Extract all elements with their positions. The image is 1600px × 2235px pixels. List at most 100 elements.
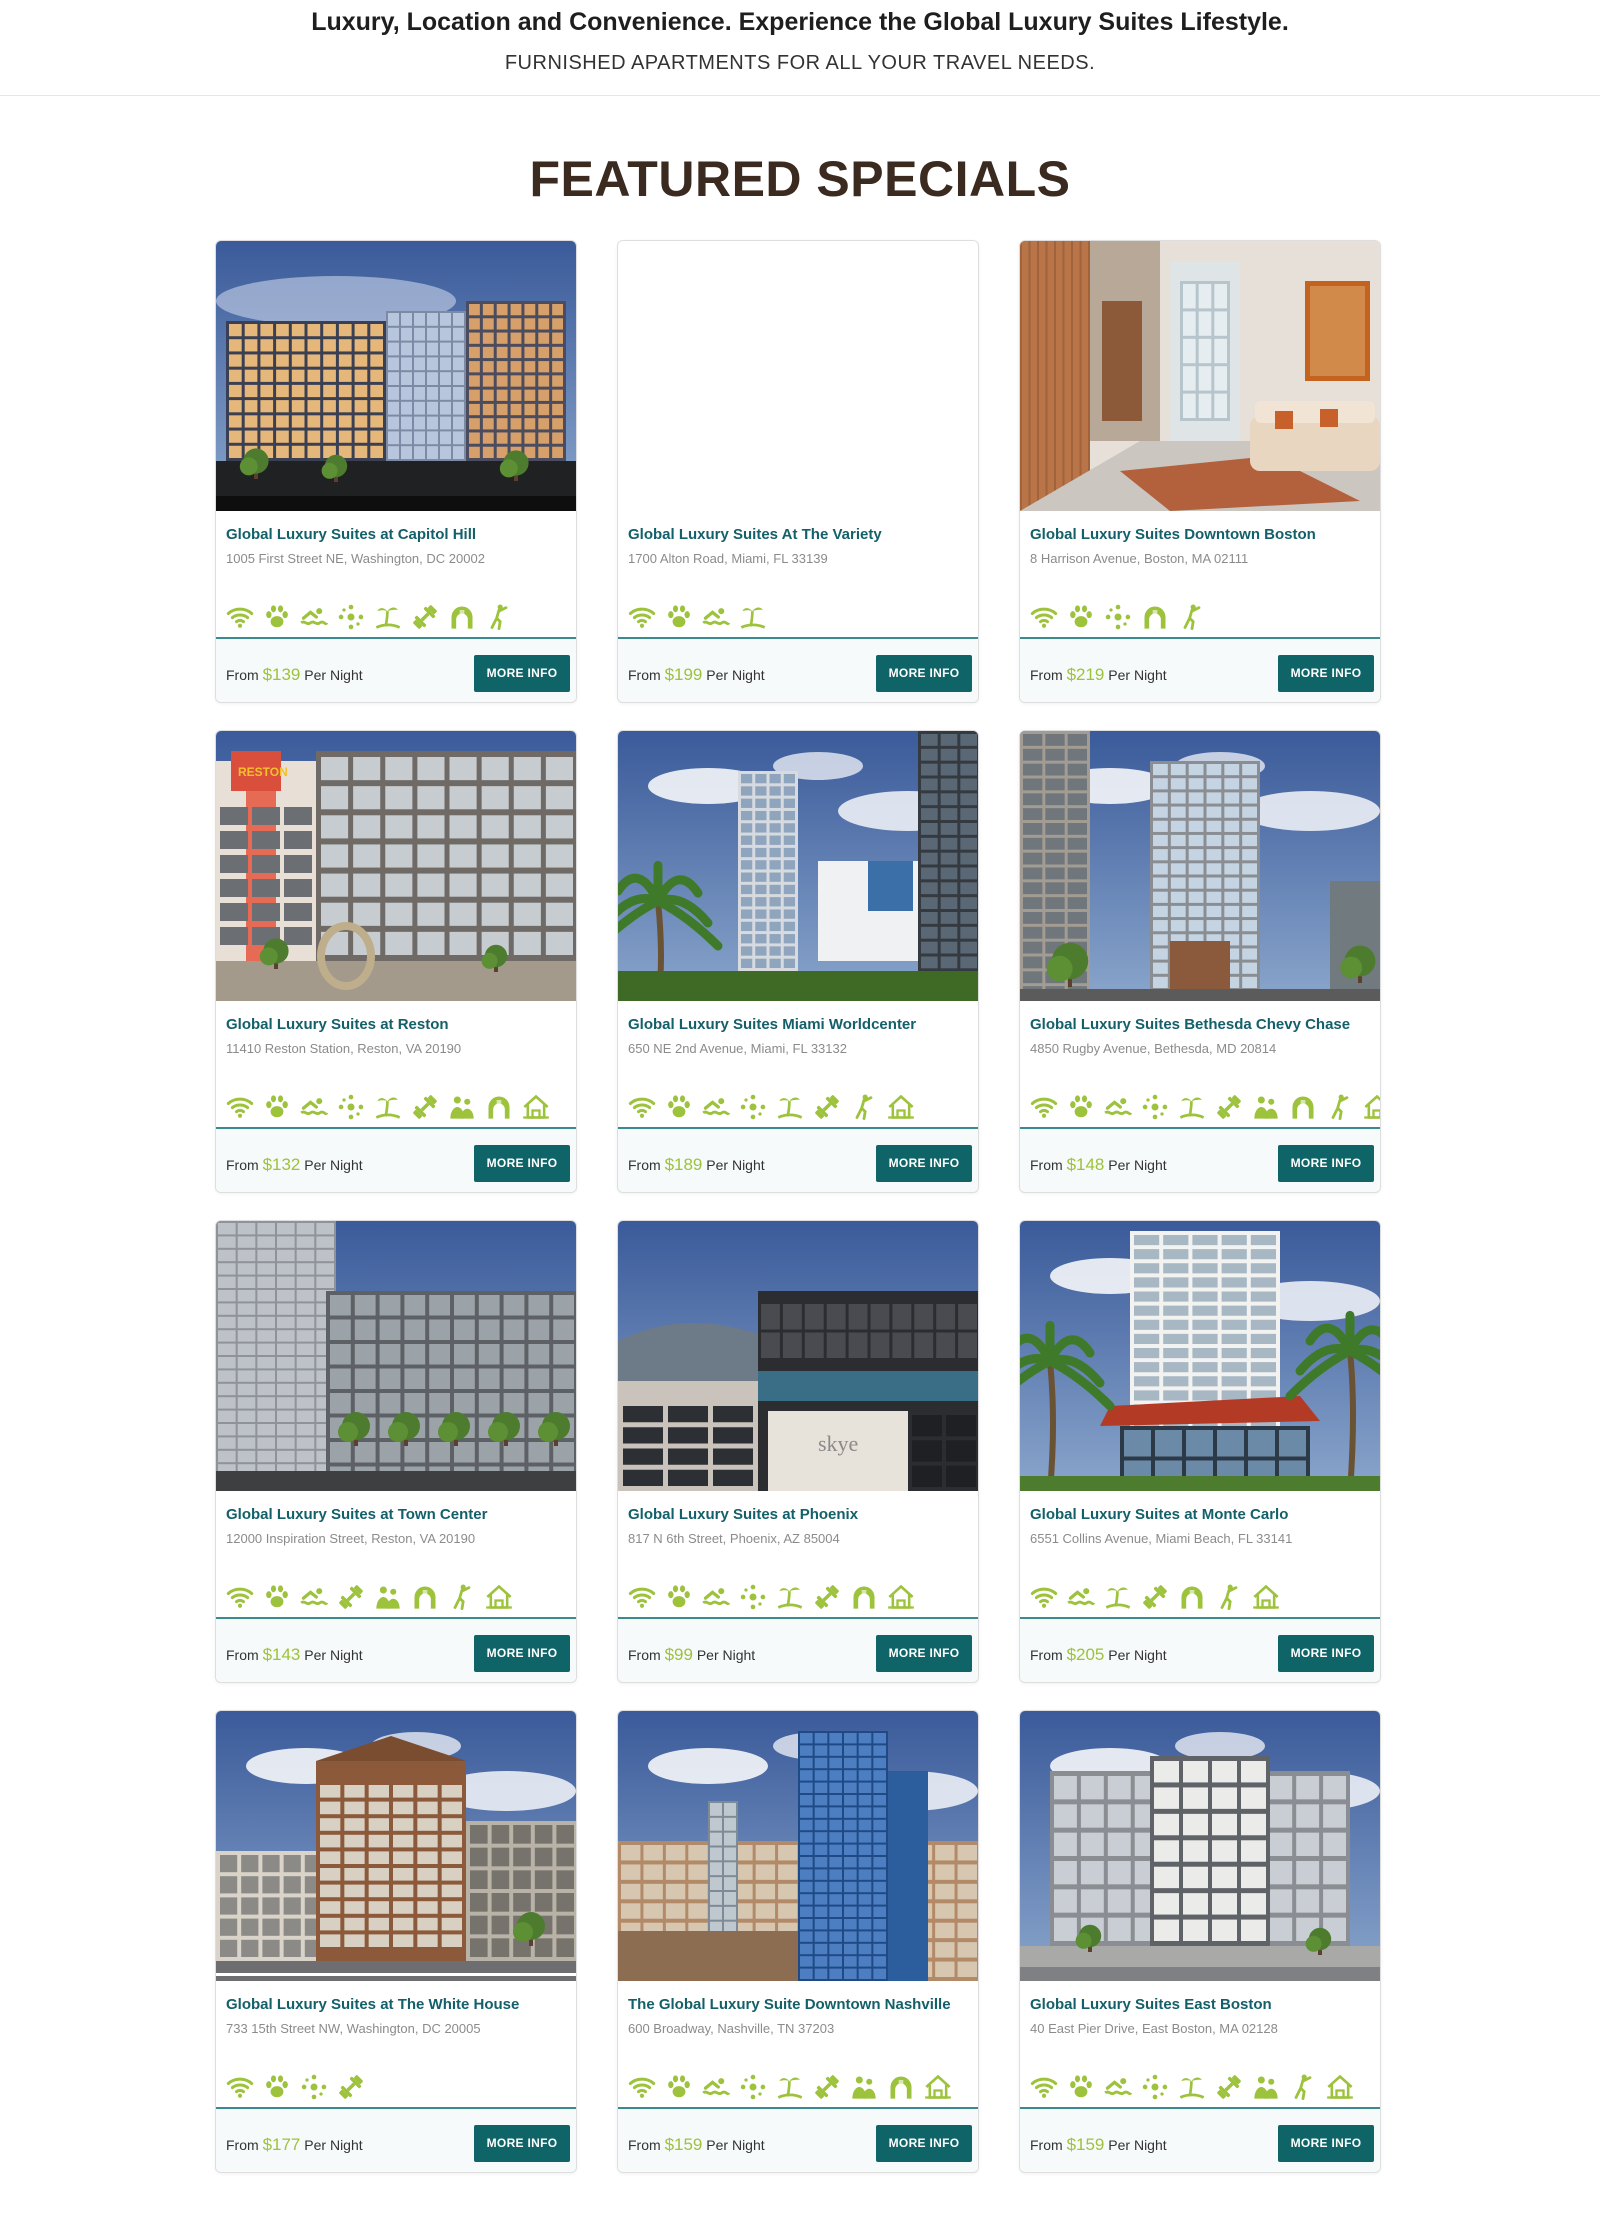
property-card[interactable]: RESTON Global Luxury Suites at Reston 1141… <box>215 730 577 1193</box>
svg-text:RESTON: RESTON <box>238 765 288 779</box>
more-info-button[interactable]: MORE INFO <box>876 2125 972 2162</box>
home-icon <box>522 1093 550 1121</box>
more-info-button[interactable]: MORE INFO <box>1278 2125 1374 2162</box>
golf-icon <box>850 1093 878 1121</box>
property-name[interactable]: The Global Luxury Suite Downtown Nashvil… <box>628 1996 968 2013</box>
more-info-button[interactable]: MORE INFO <box>474 655 570 692</box>
property-address: 1700 Alton Road, Miami, FL 33139 <box>628 551 828 566</box>
price-value: $139 <box>262 665 301 684</box>
property-card[interactable]: Global Luxury Suites Miami Worldcenter 65… <box>617 730 979 1193</box>
pet-icon <box>665 603 693 631</box>
home-icon <box>924 2073 952 2101</box>
property-name[interactable]: Global Luxury Suites at The White House <box>226 1996 566 2013</box>
property-name[interactable]: Global Luxury Suites at Monte Carlo <box>1030 1506 1370 1523</box>
from-label: From <box>226 667 259 683</box>
more-info-button[interactable]: MORE INFO <box>876 1635 972 1672</box>
price-value: $148 <box>1066 1155 1105 1174</box>
amenity-icons <box>1030 603 1206 631</box>
property-card[interactable]: Global Luxury Suites Bethesda Chevy Chas… <box>1019 730 1381 1193</box>
wifi-icon <box>1030 1093 1058 1121</box>
sparkle-icon <box>337 1093 365 1121</box>
home-icon <box>887 1093 915 1121</box>
fitness-icon <box>1215 1093 1243 1121</box>
playground-icon <box>887 2073 915 2101</box>
property-name[interactable]: Global Luxury Suites at Phoenix <box>628 1506 968 1523</box>
card-footer: From $159 Per Night MORE INFO <box>1020 2107 1380 2172</box>
property-photo[interactable] <box>216 1711 576 1981</box>
property-photo[interactable] <box>1020 1221 1380 1491</box>
per-night-label: Per Night <box>304 1647 363 1663</box>
golf-icon <box>485 603 513 631</box>
amenity-icons <box>1030 1583 1280 1611</box>
from-label: From <box>226 1647 259 1663</box>
pool-icon <box>702 1583 731 1611</box>
more-info-button[interactable]: MORE INFO <box>876 655 972 692</box>
property-name[interactable]: Global Luxury Suites Bethesda Chevy Chas… <box>1030 1016 1370 1033</box>
per-night-label: Per Night <box>1108 1157 1167 1173</box>
property-photo[interactable] <box>216 241 576 511</box>
per-night-label: Per Night <box>304 1157 363 1173</box>
more-info-button[interactable]: MORE INFO <box>474 1635 570 1672</box>
sparkle-icon <box>1141 2073 1169 2101</box>
pool-icon <box>1104 1093 1133 1121</box>
pet-icon <box>263 2073 291 2101</box>
more-info-button[interactable]: MORE INFO <box>474 2125 570 2162</box>
property-photo[interactable]: skye <box>618 1221 978 1491</box>
price-label: From $219 Per Night <box>1030 665 1167 685</box>
fitness-icon <box>411 1093 439 1121</box>
card-footer: From $139 Per Night MORE INFO <box>216 637 576 702</box>
property-name[interactable]: Global Luxury Suites Downtown Boston <box>1030 526 1370 543</box>
golf-icon <box>1215 1583 1243 1611</box>
price-label: From $148 Per Night <box>1030 1155 1167 1175</box>
fitness-icon <box>337 1583 365 1611</box>
property-name[interactable]: Global Luxury Suites At The Variety <box>628 526 968 543</box>
property-photo[interactable] <box>1020 241 1380 511</box>
card-footer: From $99 Per Night MORE INFO <box>618 1617 978 1682</box>
property-card[interactable]: Global Luxury Suites at Town Center 12000… <box>215 1220 577 1683</box>
property-card[interactable]: Global Luxury Suites at Capitol Hill 1005… <box>215 240 577 703</box>
property-card[interactable]: Global Luxury Suites East Boston 40 East … <box>1019 1710 1381 2173</box>
property-name[interactable]: Global Luxury Suites East Boston <box>1030 1996 1370 2013</box>
price-value: $205 <box>1066 1645 1105 1664</box>
property-name[interactable]: Global Luxury Suites at Reston <box>226 1016 566 1033</box>
more-info-button[interactable]: MORE INFO <box>1278 1635 1374 1672</box>
property-card[interactable]: skye Global Luxury Suites at Phoenix 817 N… <box>617 1220 979 1683</box>
property-name[interactable]: Global Luxury Suites at Capitol Hill <box>226 526 566 543</box>
beach-icon <box>776 1093 804 1121</box>
price-value: $199 <box>664 665 703 684</box>
property-card[interactable]: Global Luxury Suites At The Variety 1700 … <box>617 240 979 703</box>
property-photo[interactable] <box>618 241 978 511</box>
more-info-button[interactable]: MORE INFO <box>1278 1145 1374 1182</box>
wifi-icon <box>628 603 656 631</box>
wifi-icon <box>628 2073 656 2101</box>
pet-icon <box>263 603 291 631</box>
property-name[interactable]: Global Luxury Suites Miami Worldcenter <box>628 1016 968 1033</box>
property-photo[interactable] <box>1020 731 1380 1001</box>
more-info-button[interactable]: MORE INFO <box>876 1145 972 1182</box>
pet-icon <box>1067 1093 1095 1121</box>
price-label: From $139 Per Night <box>226 665 363 685</box>
property-photo[interactable] <box>618 1711 978 1981</box>
from-label: From <box>226 1157 259 1173</box>
card-footer: From $132 Per Night MORE INFO <box>216 1127 576 1192</box>
property-photo[interactable] <box>216 1221 576 1491</box>
more-info-button[interactable]: MORE INFO <box>474 1145 570 1182</box>
sparkle-icon <box>337 603 365 631</box>
business-icon <box>850 2073 878 2101</box>
more-info-button[interactable]: MORE INFO <box>1278 655 1374 692</box>
property-card[interactable]: The Global Luxury Suite Downtown Nashvil… <box>617 1710 979 2173</box>
sparkle-icon <box>739 2073 767 2101</box>
property-photo[interactable] <box>1020 1711 1380 1981</box>
from-label: From <box>1030 2137 1063 2153</box>
home-icon <box>887 1583 915 1611</box>
property-card[interactable]: Global Luxury Suites Downtown Boston 8 Ha… <box>1019 240 1381 703</box>
property-photo[interactable] <box>618 731 978 1001</box>
property-photo[interactable]: RESTON <box>216 731 576 1001</box>
property-name[interactable]: Global Luxury Suites at Town Center <box>226 1506 566 1523</box>
playground-icon <box>850 1583 878 1611</box>
per-night-label: Per Night <box>304 2137 363 2153</box>
property-card[interactable]: Global Luxury Suites at The White House 7… <box>215 1710 577 2173</box>
property-card[interactable]: Global Luxury Suites at Monte Carlo 6551 … <box>1019 1220 1381 1683</box>
pool-icon <box>1104 2073 1133 2101</box>
amenity-icons <box>628 603 767 631</box>
